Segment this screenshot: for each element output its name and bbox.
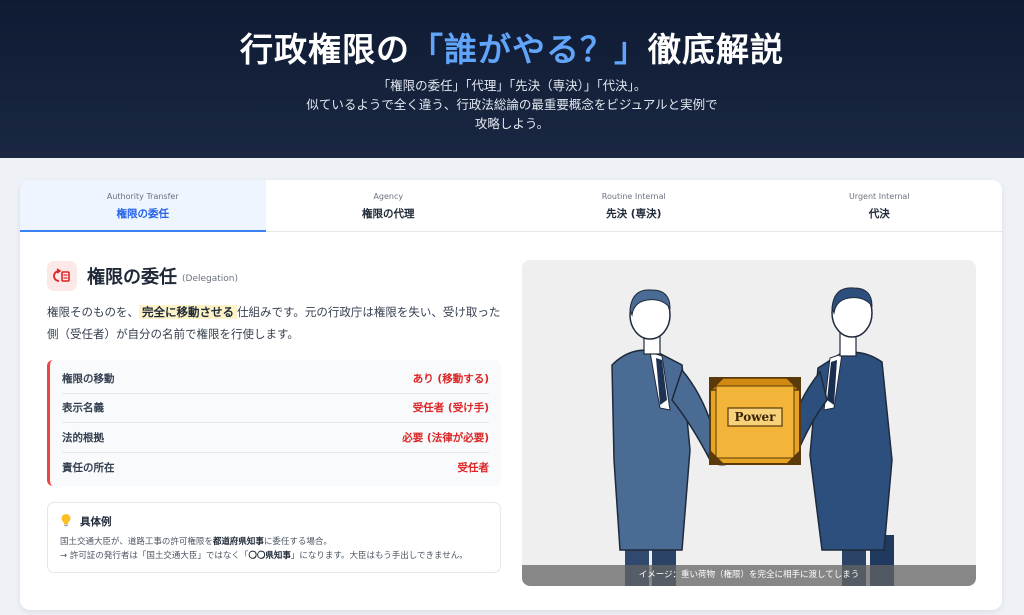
table-row: 表示名義 受任者 (受け手) xyxy=(62,394,489,423)
example-title: 具体例 xyxy=(80,516,112,528)
table-row: 権限の移動 あり (移動する) xyxy=(62,364,489,394)
table-row: 法的根拠 必要 (法律が必要) xyxy=(62,423,489,453)
section-title: 権限の委任 xyxy=(87,267,177,288)
section-title-en: (Delegation) xyxy=(182,274,238,284)
tab-agency[interactable]: Agency 権限の代理 xyxy=(266,180,512,231)
concept-tabs: Authority Transfer 権限の委任 Agency 権限の代理 Ro… xyxy=(20,180,1002,232)
tab-routine-internal[interactable]: Routine Internal 先決 (専決) xyxy=(511,180,757,231)
section-description: 権限そのものを、 完全に移動させる 仕組みです。元の行政庁は権限を失い、受け取った側… xyxy=(47,305,501,341)
content-card: Authority Transfer 権限の委任 Agency 権限の代理 Ro… xyxy=(20,180,1002,610)
page-title: 行政権限の「誰がやる？」徹底解説 xyxy=(240,30,784,69)
table-row: 責任の所在 受任者 xyxy=(62,461,489,474)
concept-detail: 権限の委任 (Delegation) 権限そのものを、 完全に移動させる 仕組みです… xyxy=(47,260,501,573)
box-label: Power xyxy=(735,410,777,424)
property-table: 権限の移動 あり (移動する) 表示名義 受任者 (受け手) 法的根拠 必要 (… xyxy=(47,360,501,486)
example-body: 国土交通大臣が、道路工事の許可権限を都道府県知事に委任する場合。 → 許可証の発… xyxy=(60,537,468,561)
highlight-text: 完全に移動させる xyxy=(139,305,237,319)
power-box-illustration: Power xyxy=(709,377,801,465)
hero-header: 行政権限の「誰がやる？」徹底解説 「権限の委任」「代理」「先決（専決）」「代決」… xyxy=(0,0,1024,158)
tab-urgent-internal[interactable]: Urgent Internal 代決 xyxy=(757,180,1003,231)
handover-illustration: Power xyxy=(611,287,894,586)
illustration-caption: イメージ：重い荷物（権限）を完全に相手に渡してしまう xyxy=(522,565,976,586)
lightbulb-icon xyxy=(60,513,72,530)
transfer-document-icon xyxy=(47,261,77,291)
example-box: 具体例 国土交通大臣が、道路工事の許可権限を都道府県知事に委任する場合。 → 許… xyxy=(47,502,501,573)
page-subtitle: 「権限の委任」「代理」「先決（専決）」「代決」。 似ているようで全く違う、行政法… xyxy=(306,78,718,131)
title-accent: 「誰がやる？」 xyxy=(410,30,648,69)
illustration-panel: Power イメージ：重い荷物（権限）を完全に相手に渡してしまう xyxy=(522,260,976,586)
tab-delegation[interactable]: Authority Transfer 権限の委任 xyxy=(20,180,266,232)
section-header: 権限の委任 (Delegation) xyxy=(47,260,501,292)
